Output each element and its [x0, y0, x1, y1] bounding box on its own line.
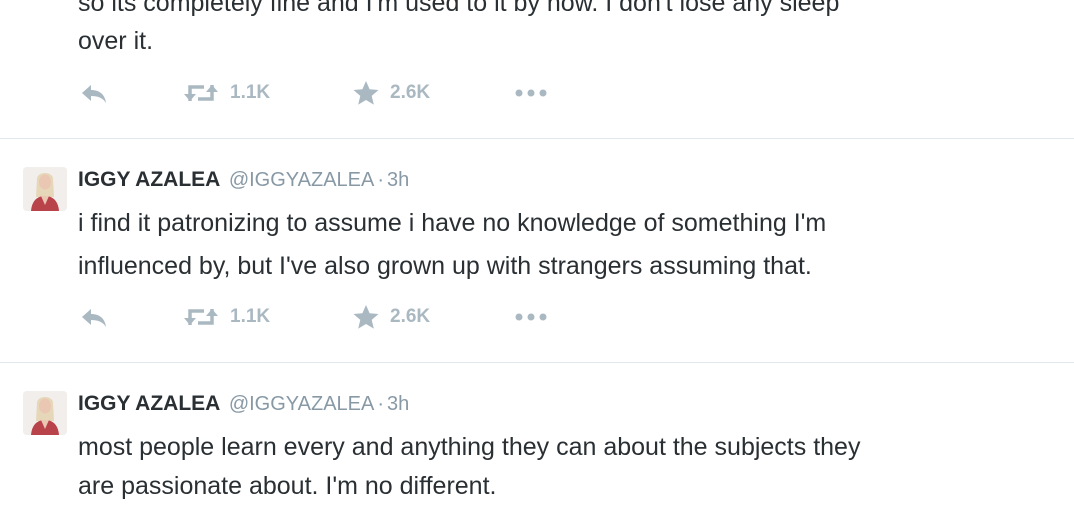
reply-button[interactable] [78, 302, 110, 332]
reply-button[interactable] [78, 78, 110, 108]
tweet-header: IGGY AZALEA @IGGYAZALEA · 3h [78, 168, 409, 194]
favorite-button[interactable]: 2.6K [352, 302, 430, 332]
tweet[interactable]: IGGY AZALEA @IGGYAZALEA · 3h most people l… [0, 363, 1074, 500]
author-handle[interactable]: @IGGYAZALEA [229, 169, 375, 191]
star-icon [352, 80, 380, 106]
retweet-icon [182, 305, 220, 329]
more-icon [514, 312, 550, 322]
reply-icon [78, 305, 110, 329]
separator-dot: · [377, 393, 385, 415]
tweet-text-line: influenced by, but I've also grown up wi… [78, 252, 812, 280]
favorite-count: 2.6K [390, 82, 431, 103]
separator-dot: · [377, 169, 385, 191]
tweet-text-line: over it. [78, 27, 154, 55]
favorite-button[interactable]: 2.6K [352, 78, 430, 108]
tweet-timestamp[interactable]: 3h [387, 393, 409, 415]
author-name[interactable]: IGGY AZALEA [78, 168, 220, 191]
more-button[interactable] [514, 78, 550, 108]
tweet[interactable]: so its completely fine and I'm used to i… [0, 0, 1074, 138]
avatar[interactable] [23, 167, 67, 211]
retweet-count: 1.1K [230, 82, 271, 103]
tweet-header: IGGY AZALEA @IGGYAZALEA · 3h [78, 392, 409, 418]
author-name[interactable]: IGGY AZALEA [78, 392, 220, 415]
more-button[interactable] [514, 302, 550, 332]
avatar[interactable] [23, 391, 67, 435]
favorite-count: 2.6K [390, 306, 431, 327]
tweet-timestamp[interactable]: 3h [387, 169, 409, 191]
retweet-button[interactable]: 1.1K [182, 302, 270, 332]
tweet-text-line: most people learn every and anything the… [78, 433, 861, 461]
retweet-icon [182, 81, 220, 105]
tweet[interactable]: IGGY AZALEA @IGGYAZALEA · 3h i find it pat… [0, 139, 1074, 362]
more-icon [514, 88, 550, 98]
tweet-text-line: i find it patronizing to assume i have n… [78, 209, 827, 237]
tweet-text-line: are passionate about. I'm no different. [78, 472, 497, 500]
reply-icon [78, 81, 110, 105]
author-handle[interactable]: @IGGYAZALEA [229, 393, 375, 415]
star-icon [352, 304, 380, 330]
retweet-count: 1.1K [230, 306, 271, 327]
retweet-button[interactable]: 1.1K [182, 78, 270, 108]
